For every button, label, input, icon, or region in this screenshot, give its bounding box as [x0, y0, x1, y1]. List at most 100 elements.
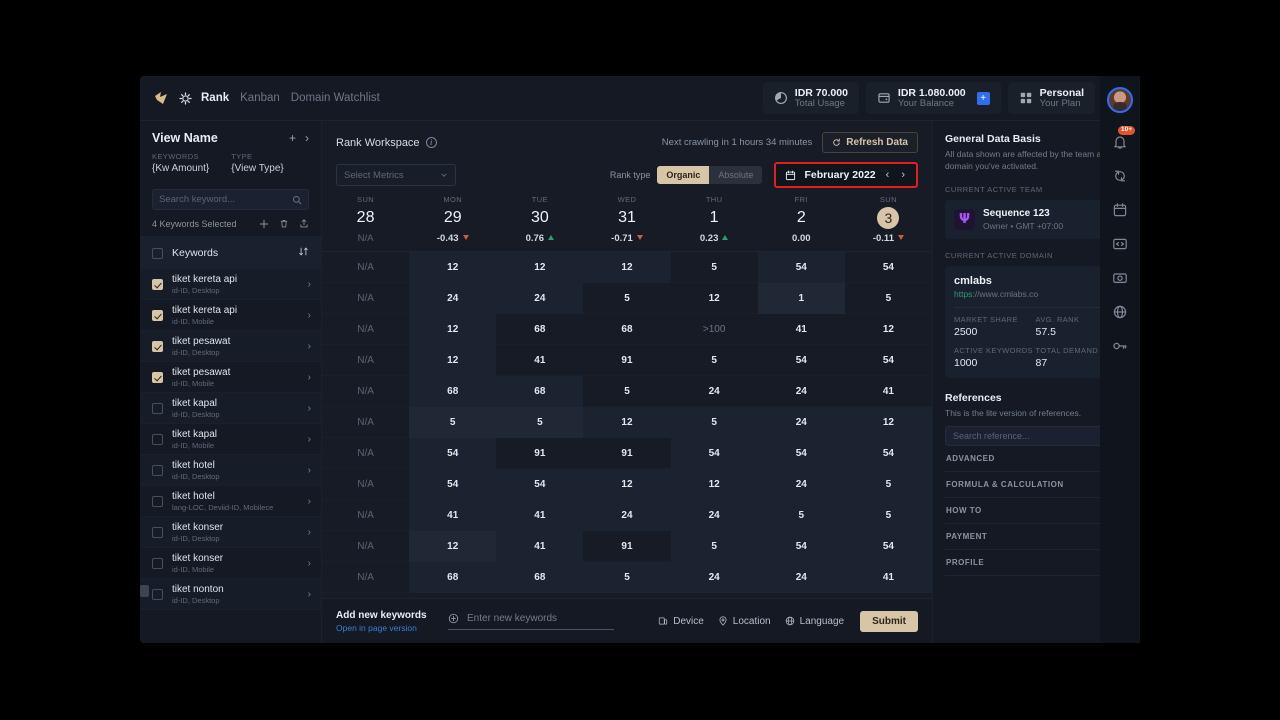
- table-cell[interactable]: 12: [671, 283, 758, 314]
- rank-type-organic[interactable]: Organic: [657, 166, 710, 184]
- add-view-icon[interactable]: +: [289, 131, 296, 145]
- table-cell[interactable]: 54: [670, 437, 758, 469]
- table-body[interactable]: N/A 12 12 12 5 54 54 N/A 24 24 5 12 1 5 N/A 12 68 68 >100 4…: [322, 252, 932, 598]
- nav-tab-rank[interactable]: Rank: [201, 92, 229, 104]
- table-cell[interactable]: 54: [845, 252, 932, 283]
- table-cell[interactable]: N/A: [322, 407, 409, 438]
- table-cell[interactable]: 24: [670, 561, 758, 593]
- table-cell[interactable]: N/A: [322, 500, 409, 531]
- table-cell[interactable]: >100: [671, 314, 758, 345]
- select-all-checkbox[interactable]: [152, 247, 163, 259]
- accordion-item[interactable]: HOW TO⌄: [945, 498, 1126, 524]
- table-row[interactable]: N/A 12 12 12 5 54 54: [322, 252, 932, 283]
- refresh-data-button[interactable]: Refresh Data: [822, 132, 918, 153]
- active-domain-card[interactable]: cmlabs https://www.cmlabs.co MARKET SHAR…: [945, 265, 1126, 378]
- date-picker[interactable]: February 2022 ‹ ›: [774, 162, 918, 188]
- list-item[interactable]: tiket kapal id-ID, Desktop ›: [140, 393, 321, 424]
- table-row[interactable]: N/A 24 24 5 12 1 5: [322, 282, 932, 314]
- list-item[interactable]: tiket konser id-ID, Desktop ›: [140, 517, 321, 548]
- table-cell[interactable]: 24: [757, 561, 845, 593]
- select-metrics-dropdown[interactable]: Select Metrics: [336, 164, 456, 186]
- list-item[interactable]: tiket pesawat id-ID, Mobile ›: [140, 362, 321, 393]
- table-cell[interactable]: 1: [757, 282, 845, 314]
- plus-icon[interactable]: [259, 219, 269, 229]
- table-cell[interactable]: 5: [583, 283, 670, 314]
- chevron-right-icon[interactable]: ›: [308, 496, 311, 507]
- keyword-checkbox[interactable]: [152, 402, 163, 414]
- list-item[interactable]: tiket pesawat id-ID, Desktop ›: [140, 331, 321, 362]
- table-cell[interactable]: 68: [583, 314, 670, 345]
- table-cell[interactable]: N/A: [322, 562, 409, 593]
- table-cell[interactable]: 24: [757, 468, 845, 500]
- table-cell[interactable]: 12: [845, 314, 932, 345]
- table-cell[interactable]: 54: [845, 345, 932, 376]
- table-row[interactable]: N/A 12 41 91 5 54 54: [322, 530, 932, 562]
- new-keyword-input[interactable]: [467, 612, 614, 624]
- table-cell[interactable]: 54: [757, 252, 845, 283]
- table-cell[interactable]: 68: [496, 561, 584, 593]
- expand-view-icon[interactable]: ›: [305, 131, 309, 145]
- table-cell[interactable]: N/A: [322, 469, 409, 500]
- location-option[interactable]: Location: [718, 616, 771, 627]
- table-cell[interactable]: 68: [409, 561, 497, 593]
- export-icon[interactable]: [299, 218, 309, 229]
- table-cell[interactable]: 68: [496, 314, 583, 345]
- table-cell[interactable]: 5: [845, 283, 932, 314]
- references-search-box[interactable]: [945, 425, 1126, 446]
- new-keyword-field[interactable]: [448, 612, 614, 630]
- accordion-item[interactable]: PROFILE⌄: [945, 550, 1126, 576]
- list-item[interactable]: tiket hotel lang-LOC, Deviid-ID, Mobilece…: [140, 486, 321, 517]
- table-cell[interactable]: 41: [409, 499, 497, 531]
- table-cell[interactable]: 12: [670, 468, 758, 500]
- table-cell[interactable]: 54: [844, 530, 932, 562]
- table-cell[interactable]: 5: [496, 406, 584, 438]
- list-item[interactable]: tiket kereta api id-ID, Mobile ›: [140, 300, 321, 331]
- globe-icon[interactable]: [1103, 295, 1137, 329]
- table-column-header[interactable]: SUN 28: [322, 195, 409, 229]
- table-row[interactable]: N/A 54 54 12 12 24 5: [322, 468, 932, 500]
- nav-tab-domain-watchlist[interactable]: Domain Watchlist: [291, 92, 380, 104]
- chevron-right-icon[interactable]: ›: [308, 279, 311, 290]
- table-cell[interactable]: 12: [496, 252, 584, 283]
- accordion-item[interactable]: FORMULA & CALCULATION⌄: [945, 472, 1126, 498]
- accordion-item[interactable]: PAYMENT⌄: [945, 524, 1126, 550]
- list-item[interactable]: tiket kereta api id-ID, Desktop ›: [140, 269, 321, 300]
- table-row[interactable]: N/A 12 41 91 5 54 54: [322, 344, 932, 376]
- chevron-right-icon[interactable]: ›: [308, 589, 311, 600]
- table-cell[interactable]: 5: [844, 468, 932, 500]
- device-option[interactable]: Device: [658, 616, 704, 627]
- keyword-checkbox[interactable]: [152, 433, 163, 445]
- trash-icon[interactable]: [279, 218, 289, 229]
- date-prev-button[interactable]: ‹: [884, 169, 892, 181]
- table-cell[interactable]: N/A: [322, 376, 409, 407]
- table-row[interactable]: N/A 68 68 5 24 24 41: [322, 375, 932, 407]
- keyword-checkbox[interactable]: [152, 340, 163, 352]
- sort-icon[interactable]: [298, 244, 309, 262]
- table-cell[interactable]: 68: [409, 375, 497, 407]
- bell-icon[interactable]: 10+: [1103, 125, 1137, 159]
- table-cell[interactable]: N/A: [322, 252, 409, 283]
- camera-icon[interactable]: [1103, 261, 1137, 295]
- table-cell[interactable]: 5: [844, 499, 932, 531]
- table-cell[interactable]: 41: [845, 376, 932, 407]
- keyword-checkbox[interactable]: [152, 309, 163, 321]
- gear-icon[interactable]: [179, 91, 192, 105]
- table-cell[interactable]: 24: [409, 282, 497, 314]
- table-cell[interactable]: 5: [583, 561, 671, 593]
- table-cell[interactable]: N/A: [322, 345, 409, 376]
- table-cell[interactable]: 5: [409, 406, 497, 438]
- table-cell[interactable]: 24: [758, 376, 845, 407]
- table-cell[interactable]: N/A: [322, 283, 409, 314]
- info-icon[interactable]: i: [425, 137, 437, 148]
- table-cell[interactable]: 41: [496, 530, 584, 562]
- table-cell[interactable]: 24: [496, 282, 584, 314]
- nav-tab-kanban[interactable]: Kanban: [240, 92, 280, 104]
- keyword-checkbox[interactable]: [152, 526, 163, 538]
- chevron-right-icon[interactable]: ›: [308, 372, 311, 383]
- key-icon[interactable]: [1103, 329, 1137, 363]
- table-cell[interactable]: N/A: [322, 314, 409, 345]
- references-accordion-list[interactable]: ADVANCED⌄FORMULA & CALCULATION⌄HOW TO⌄PA…: [945, 446, 1126, 576]
- table-cell[interactable]: 41: [758, 314, 845, 345]
- table-cell[interactable]: 54: [409, 437, 497, 469]
- table-cell[interactable]: 54: [757, 530, 845, 562]
